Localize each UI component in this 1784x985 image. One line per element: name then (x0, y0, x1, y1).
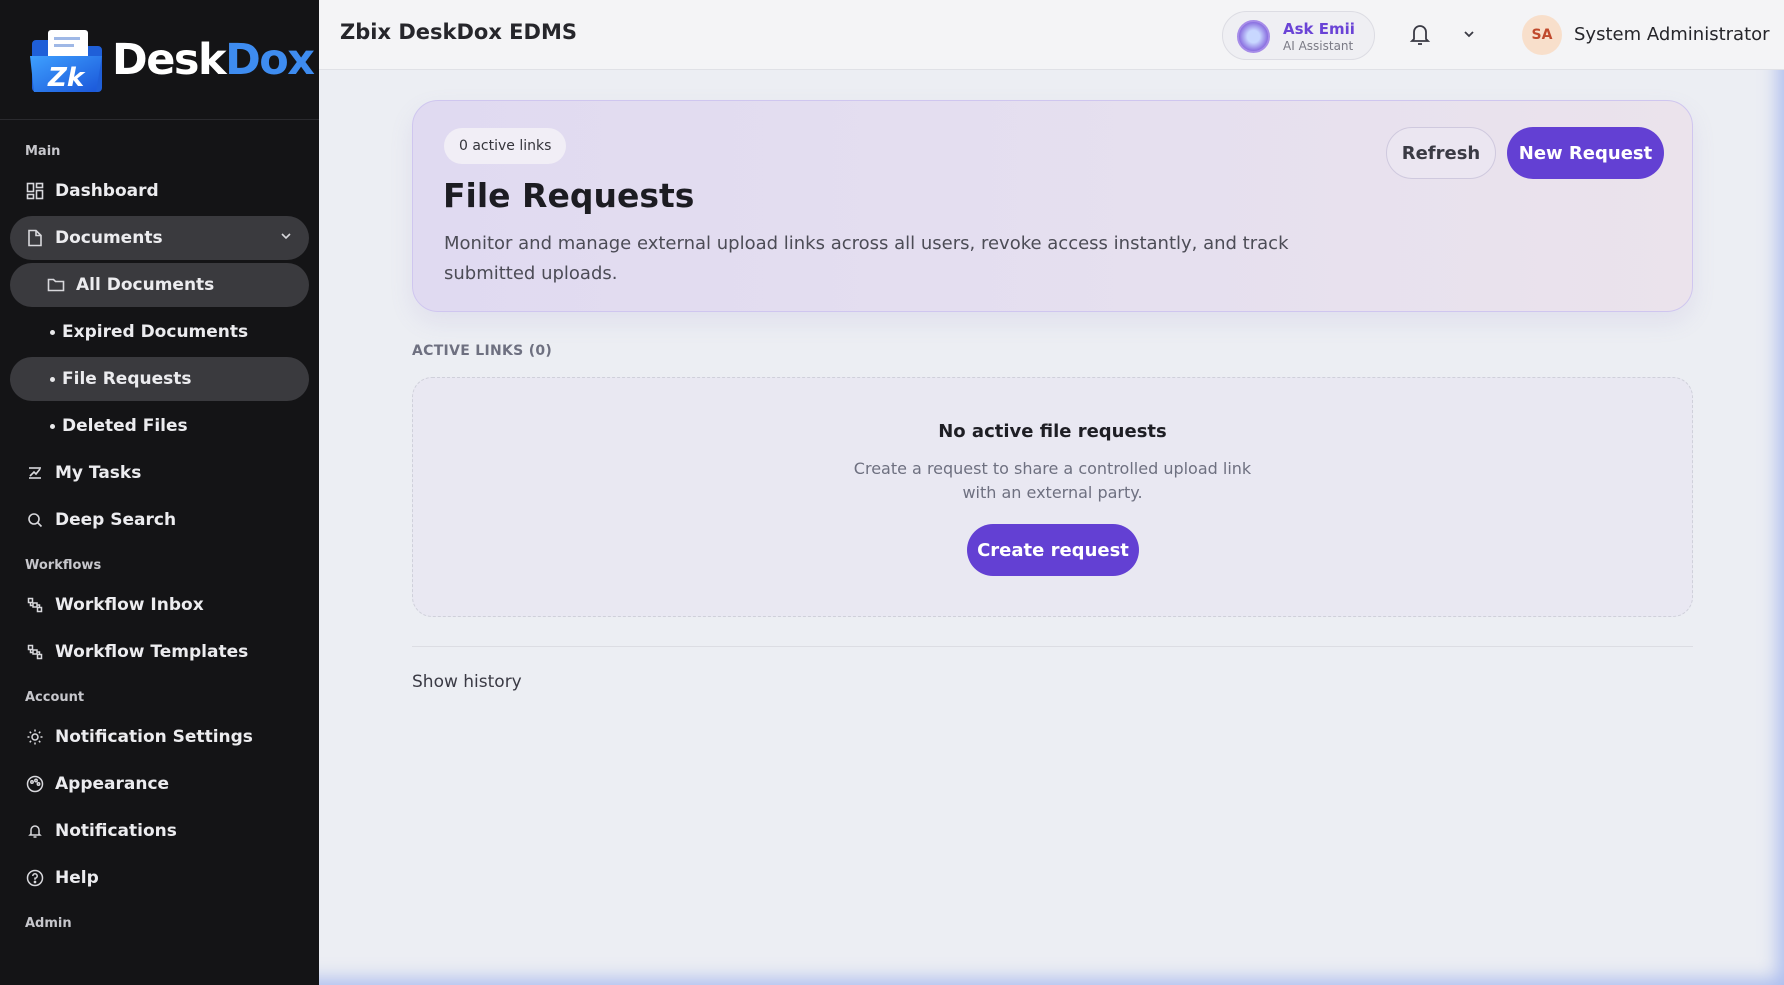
sidebar-item-appearance[interactable]: Appearance (10, 762, 309, 806)
sun-settings-icon (25, 727, 45, 747)
sidebar-item-label: File Requests (62, 369, 192, 389)
chevron-down-icon (279, 228, 293, 248)
sidebar-item-label: All Documents (76, 275, 215, 295)
sidebar-item-all-documents[interactable]: All Documents (10, 263, 309, 307)
palette-icon (25, 774, 45, 794)
section-label-account: Account (25, 689, 85, 705)
empty-state-title: No active file requests (938, 421, 1167, 442)
sidebar-item-documents[interactable]: Documents (10, 216, 309, 260)
logo[interactable]: Zk DeskDox (0, 0, 319, 120)
folder-icon (46, 275, 66, 295)
sidebar-item-label: Dashboard (55, 181, 159, 201)
sidebar-item-label: Documents (55, 228, 163, 248)
show-history-link[interactable]: Show history (412, 672, 522, 692)
active-links-heading: ACTIVE LINKS (0) (412, 343, 553, 359)
sidebar-item-my-tasks[interactable]: My Tasks (10, 451, 309, 495)
create-request-button[interactable]: Create request (967, 524, 1139, 576)
main-content: 0 active links File Requests Monitor and… (412, 100, 1693, 692)
sidebar-item-label: Workflow Inbox (55, 595, 204, 615)
page-description: Monitor and manage external upload links… (444, 233, 1289, 284)
section-label-workflows: Workflows (25, 557, 102, 573)
robot-avatar-icon (1237, 20, 1270, 53)
sidebar-item-label: Appearance (55, 774, 170, 794)
help-icon (25, 868, 45, 888)
sidebar-item-notifications[interactable]: Notifications (10, 809, 309, 853)
sidebar-item-workflow-inbox[interactable]: Workflow Inbox (10, 583, 309, 627)
section-label-admin: Admin (25, 915, 72, 931)
sidebar-item-label: Help (55, 868, 99, 888)
document-icon (25, 228, 45, 248)
sidebar-nav: Main Dashboard Documents All Documents E… (0, 120, 319, 938)
assistant-name: Ask Emii (1283, 20, 1355, 38)
empty-state: No active file requests Create a request… (412, 377, 1693, 617)
sidebar-item-notification-settings[interactable]: Notification Settings (10, 715, 309, 759)
assistant-subtitle: AI Assistant (1283, 39, 1354, 53)
logo-wordmark: DeskDox (112, 34, 315, 85)
app-frame: Zk DeskDox Main Dashboard Documents All … (0, 0, 1784, 985)
workflow-icon (25, 642, 45, 662)
bell-icon[interactable] (1408, 22, 1432, 52)
sidebar-item-label: My Tasks (55, 463, 142, 483)
dashboard-icon (25, 181, 45, 201)
sidebar-item-label: Workflow Templates (55, 642, 249, 662)
user-name: System Administrator (1574, 24, 1770, 45)
sidebar-item-help[interactable]: Help (10, 856, 309, 900)
avatar: SA (1522, 15, 1562, 55)
sidebar-item-workflow-templates[interactable]: Workflow Templates (10, 630, 309, 674)
bell-icon (25, 821, 45, 841)
chevron-down-icon[interactable] (1461, 26, 1477, 46)
sidebar-item-label: Deleted Files (62, 416, 188, 436)
sidebar-item-deep-search[interactable]: Deep Search (10, 498, 309, 542)
sidebar-item-dashboard[interactable]: Dashboard (10, 169, 309, 213)
app-title: Zbix DeskDox EDMS (340, 20, 577, 44)
page-title: File Requests (443, 176, 695, 215)
sidebar-item-label: Notifications (55, 821, 177, 841)
empty-state-line: with an external party. (962, 483, 1143, 502)
sidebar: Zk DeskDox Main Dashboard Documents All … (0, 0, 319, 985)
section-label-main: Main (25, 143, 61, 159)
topbar: Zbix DeskDox EDMS Ask Emii AI Assistant … (319, 0, 1784, 70)
sidebar-item-label: Notification Settings (55, 727, 253, 747)
empty-state-line: Create a request to share a controlled u… (853, 459, 1252, 478)
sidebar-item-label: Expired Documents (62, 322, 249, 342)
sidebar-item-expired-documents[interactable]: Expired Documents (10, 310, 309, 354)
folder-logo-icon: Zk (26, 26, 108, 94)
sidebar-item-label: Deep Search (55, 510, 177, 530)
empty-state-text: Create a request to share a controlled u… (413, 457, 1692, 505)
workflow-icon (25, 595, 45, 615)
svg-text:Zk: Zk (47, 63, 86, 93)
divider (412, 646, 1693, 647)
sidebar-item-file-requests[interactable]: File Requests (10, 357, 309, 401)
active-links-badge: 0 active links (444, 128, 567, 164)
sidebar-item-deleted-files[interactable]: Deleted Files (10, 404, 309, 448)
refresh-button[interactable]: Refresh (1386, 127, 1496, 179)
new-request-button[interactable]: New Request (1507, 127, 1664, 179)
search-icon (25, 510, 45, 530)
file-requests-header-card: 0 active links File Requests Monitor and… (412, 100, 1693, 312)
tasks-icon (25, 463, 45, 483)
ask-emii-button[interactable]: Ask Emii AI Assistant (1222, 11, 1375, 60)
